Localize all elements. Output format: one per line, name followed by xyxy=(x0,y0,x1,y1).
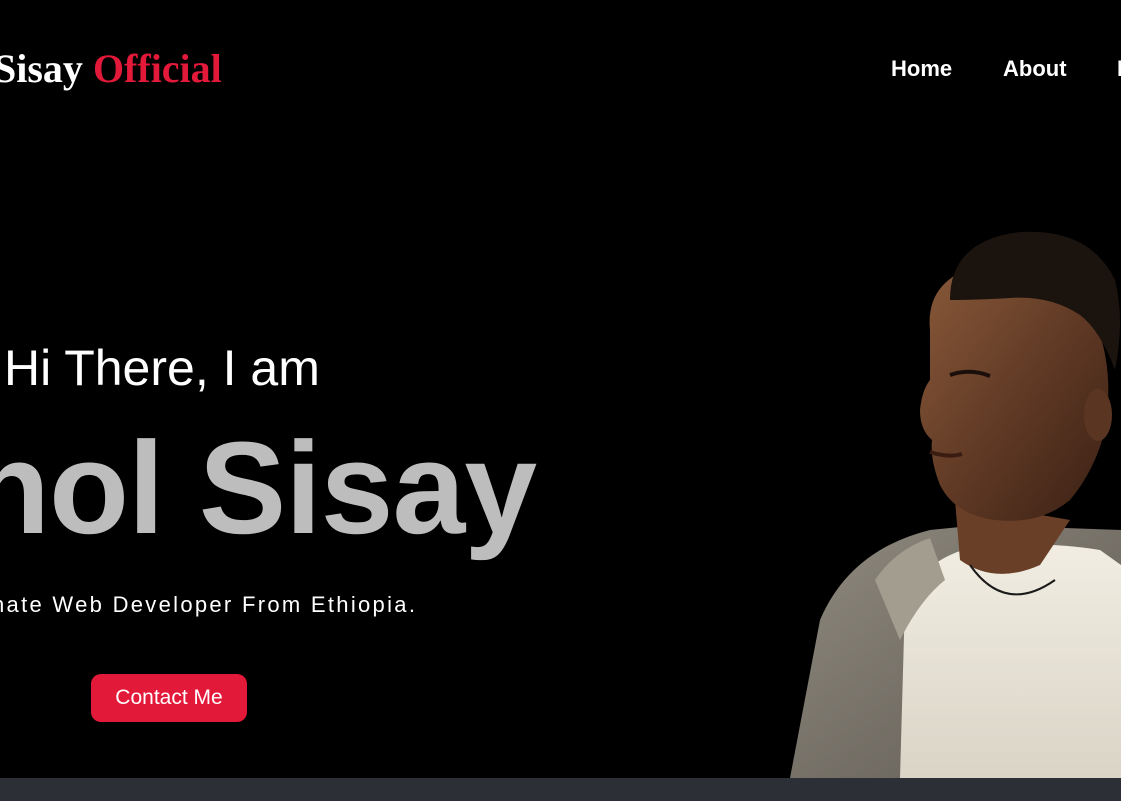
portrait-photo xyxy=(790,231,1121,778)
page: Sisay Official Home About I Hi There, I … xyxy=(0,0,1121,801)
nav-home-link[interactable]: Home xyxy=(891,53,952,85)
footer-bar xyxy=(0,778,1121,801)
nav-next-link[interactable]: I xyxy=(1117,53,1121,85)
hero-tagline: nate Web Developer From Ethiopia. xyxy=(0,592,418,617)
nav-about-link[interactable]: About xyxy=(1003,53,1067,85)
main-nav: Home About I xyxy=(0,53,1121,85)
hero-name: hol Sisay xyxy=(0,414,537,561)
hero-greeting: Hi There, I am xyxy=(4,340,320,396)
contact-me-button[interactable]: Contact Me xyxy=(91,674,247,722)
